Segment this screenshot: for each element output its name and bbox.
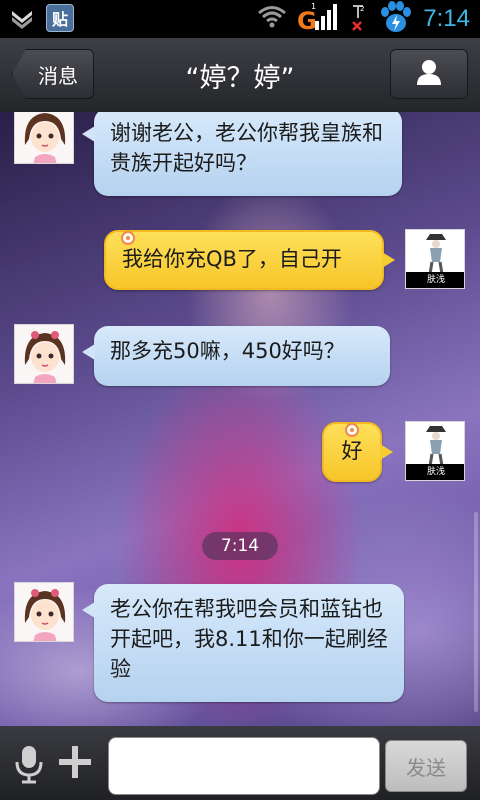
input-bar: 发送	[0, 726, 480, 800]
signal-2-icon: 2	[349, 2, 367, 36]
avatar-caption: 肤浅	[406, 272, 464, 288]
message-text: 我给你充QB了，自己开	[122, 247, 342, 271]
baidu-paw-icon	[377, 0, 413, 38]
message-bubble[interactable]: 谢谢老公，老公你帮我皇族和贵族开起好吗？	[82, 112, 402, 196]
flower-icon	[120, 224, 136, 254]
svg-text:1: 1	[311, 2, 316, 11]
flower-icon	[344, 416, 360, 446]
scrollbar[interactable]	[474, 512, 478, 712]
message-bubble-outgoing[interactable]: 我给你充QB了，自己开	[104, 230, 395, 290]
status-time: 7:14	[423, 5, 470, 32]
svg-text:2: 2	[360, 5, 364, 13]
back-button[interactable]: 消息	[12, 49, 94, 99]
status-bar: 贴 G 1 2 7:14	[0, 0, 480, 38]
user-avatar[interactable]: 肤浅	[405, 229, 465, 289]
download-icon	[8, 4, 36, 32]
page-title: “婷？婷”	[185, 63, 295, 94]
paste-icon: 贴	[46, 4, 74, 32]
message-bubble[interactable]: 老公你在帮我吧会员和蓝钻也开起吧，我8.11和你一起刷经验	[82, 584, 404, 702]
title-bar: 消息 “婷？婷”	[0, 38, 480, 113]
microphone-icon[interactable]	[14, 744, 44, 788]
wifi-icon	[257, 5, 287, 33]
avatar-caption: 肤浅	[406, 464, 464, 480]
timestamp: 7:14	[202, 532, 278, 560]
message-bubble[interactable]: 那多充50嘛，450好吗？	[82, 326, 390, 386]
user-avatar[interactable]: 肤浅	[405, 421, 465, 481]
chat-area[interactable]: 谢谢老公，老公你帮我皇族和贵族开起好吗？ 我给你充QB了，自己开 肤浅 那多充5…	[0, 112, 480, 726]
contact-avatar[interactable]	[14, 324, 74, 384]
message-input[interactable]	[108, 737, 380, 795]
profile-button[interactable]	[390, 49, 468, 99]
signal-g-icon: G 1	[297, 1, 339, 37]
message-bubble-outgoing[interactable]: 好	[322, 422, 393, 482]
send-button[interactable]: 发送	[385, 740, 467, 792]
contact-avatar[interactable]	[14, 112, 74, 164]
plus-icon[interactable]	[57, 744, 93, 784]
person-icon	[415, 58, 443, 90]
contact-avatar[interactable]	[14, 582, 74, 642]
